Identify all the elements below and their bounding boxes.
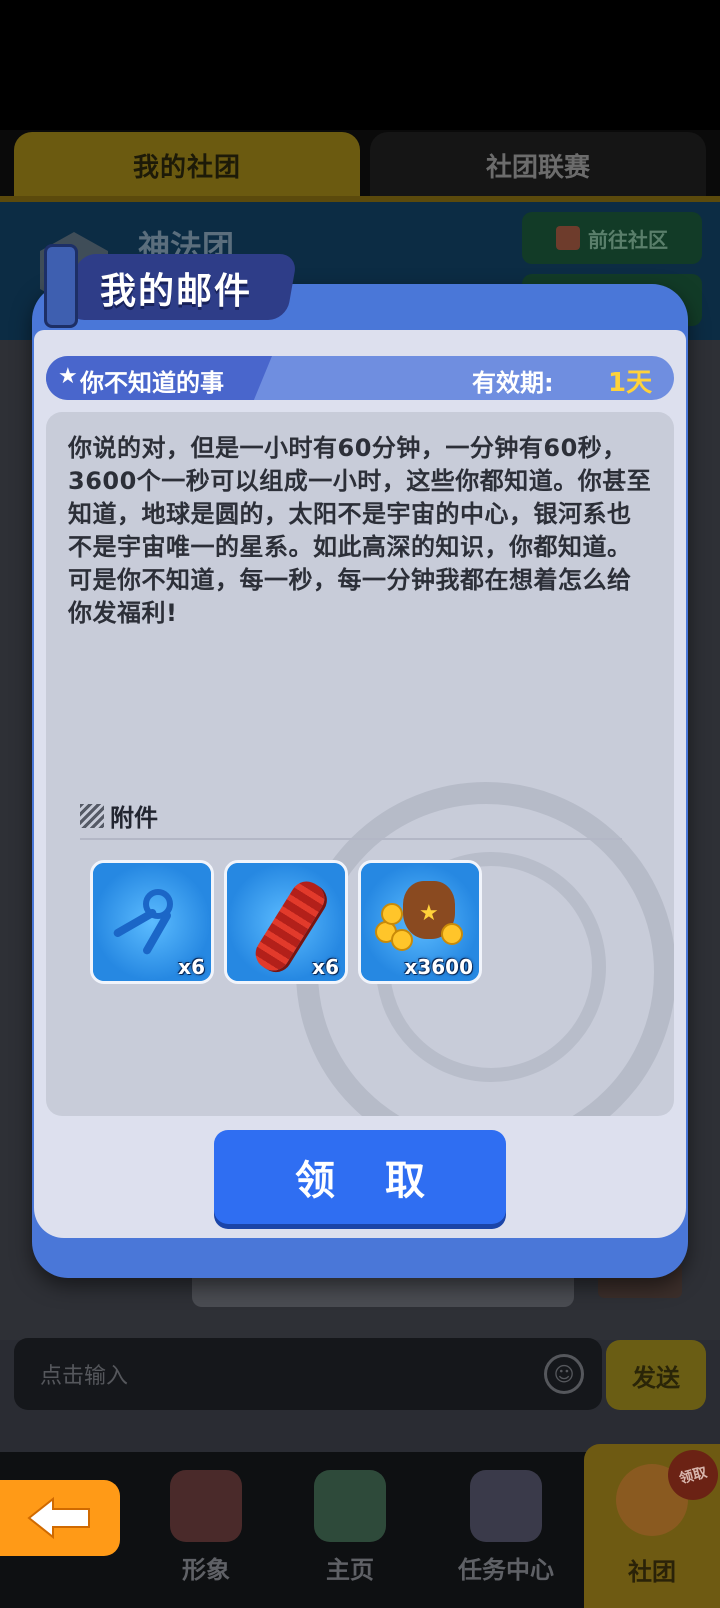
nav-item-tasks[interactable]: 任务中心 <box>442 1460 570 1600</box>
community-icon <box>556 226 580 250</box>
validity-value: 1天 <box>608 368 653 398</box>
attachment-item-keys[interactable]: x6 <box>90 860 214 984</box>
back-button[interactable] <box>0 1480 120 1556</box>
item-count: x6 <box>312 955 339 979</box>
goto-community-label: 前往社区 <box>588 227 668 252</box>
status-bar <box>0 0 720 130</box>
mail-subject: 你不知道的事 <box>80 369 224 397</box>
claim-button[interactable]: 领 取 <box>214 1130 506 1224</box>
divider <box>80 838 622 840</box>
mail-content: 你说的对，但是一小时有60分钟，一分钟有60秒，3600个一秒可以组成一小时，这… <box>46 412 674 1116</box>
nav-item-home[interactable]: 主页 <box>286 1460 414 1600</box>
back-arrow-icon <box>27 1496 90 1540</box>
home-nav-icon <box>314 1470 386 1542</box>
nav-label: 主页 <box>326 1556 374 1584</box>
nav-item-avatar[interactable]: 形象 <box>142 1460 270 1600</box>
tasks-nav-icon <box>470 1470 542 1542</box>
item-count: x3600 <box>404 955 473 979</box>
send-button[interactable]: 发送 <box>606 1340 706 1410</box>
nav-label: 任务中心 <box>458 1556 554 1584</box>
tab-club-league[interactable]: 社团联赛 <box>370 132 706 198</box>
attachment-item-coins[interactable]: ★ x3600 <box>358 860 482 984</box>
emoji-icon[interactable]: ☺ <box>544 1354 584 1394</box>
attachments-label: 附件 <box>110 804 158 832</box>
item-count: x6 <box>178 955 205 979</box>
star-icon: ★ <box>58 364 78 389</box>
nav-label: 社团 <box>628 1558 676 1586</box>
goto-community-button[interactable]: 前往社区 <box>522 212 702 264</box>
attachment-icon <box>80 803 104 828</box>
attachments-header: 附件 <box>80 798 158 833</box>
spray-can-icon <box>44 244 78 328</box>
validity-label: 有效期: <box>472 369 554 397</box>
nav-item-club[interactable]: 社团 领取 <box>584 1444 720 1608</box>
nav-label: 形象 <box>182 1556 230 1584</box>
chat-input[interactable]: 点击输入 <box>14 1338 602 1410</box>
mail-subject-bar: ★ 你不知道的事 有效期: 1天 <box>46 356 674 400</box>
avatar-nav-icon <box>170 1470 242 1542</box>
attachment-item-skateboard[interactable]: x6 <box>224 860 348 984</box>
dialog-title: 我的邮件 <box>100 271 253 312</box>
tab-my-club[interactable]: 我的社团 <box>14 132 360 198</box>
mail-message: 你说的对，但是一小时有60分钟，一分钟有60秒，3600个一秒可以组成一小时，这… <box>68 434 652 627</box>
